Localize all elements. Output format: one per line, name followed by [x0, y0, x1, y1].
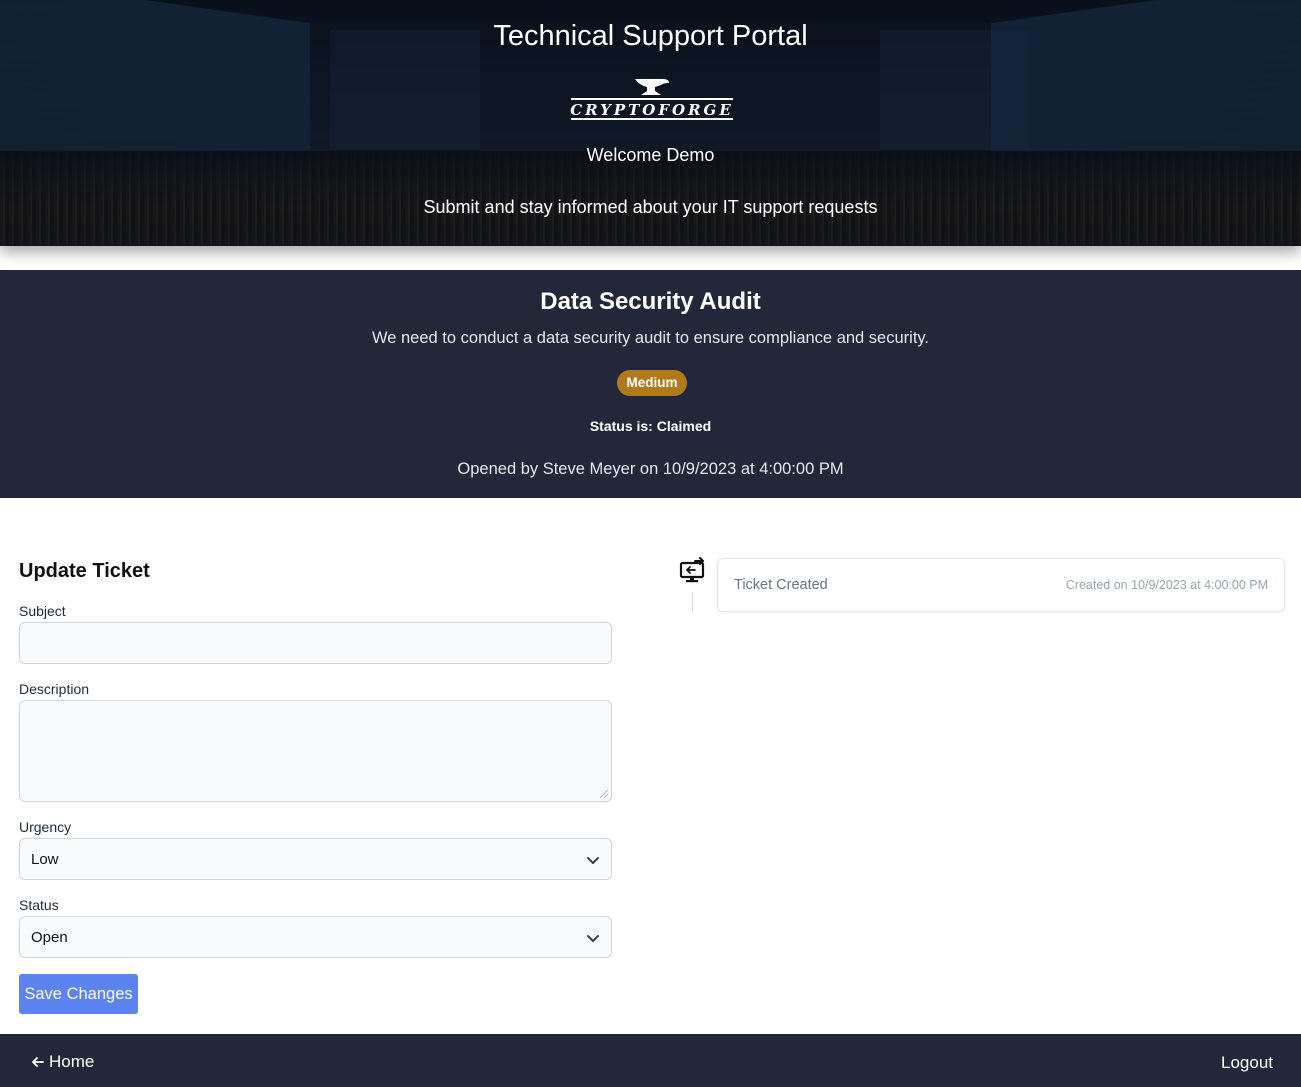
logout-link[interactable]: Logout: [1221, 1053, 1273, 1073]
logo-wordmark: CRYPTOFORGE: [570, 101, 734, 119]
urgency-select[interactable]: Low: [19, 838, 612, 880]
status-select-value: Open: [31, 929, 68, 946]
timeline-event-label: Ticket Created: [734, 577, 828, 593]
description-textarea[interactable]: [19, 700, 612, 802]
portal-title: Technical Support Portal: [493, 20, 808, 52]
monitor-sync-icon: [679, 557, 705, 583]
description-label: Description: [19, 681, 90, 697]
urgency-badge: Medium: [617, 370, 687, 396]
chevron-down-icon: [587, 935, 599, 942]
arrow-left-icon: [32, 1057, 44, 1067]
update-ticket-heading: Update Ticket: [19, 560, 150, 582]
subject-input[interactable]: [19, 622, 612, 664]
urgency-label: Urgency: [19, 819, 72, 835]
home-link[interactable]: Home: [31, 1052, 94, 1072]
urgency-select-value: Low: [31, 851, 59, 868]
portal-tagline: Submit and stay informed about your IT s…: [423, 197, 878, 217]
ticket-status: Status is: Claimed: [589, 418, 712, 434]
ticket-opened-info: Opened by Steve Meyer on 10/9/2023 at 4:…: [457, 460, 844, 478]
status-select[interactable]: Open: [19, 916, 612, 958]
status-label: Status: [19, 897, 59, 913]
subject-label: Subject: [19, 603, 66, 619]
home-link-label: Home: [49, 1052, 95, 1071]
resize-handle-icon[interactable]: [600, 790, 608, 798]
anvil-icon: [635, 79, 669, 95]
chevron-down-icon: [587, 857, 599, 864]
ticket-description: We need to conduct a data security audit…: [371, 329, 930, 347]
timeline-event: Ticket Created Created on 10/9/2023 at 4…: [717, 558, 1285, 612]
ticket-subject: Data Security Audit: [540, 288, 761, 315]
timeline-event-date: Created on 10/9/2023 at 4:00:00 PM: [1065, 578, 1268, 592]
save-changes-button[interactable]: Save Changes: [19, 974, 138, 1014]
hero-banner: Technical Support Portal CRYPTOFORGE Wel…: [0, 0, 1301, 246]
welcome-message: Welcome Demo: [586, 145, 715, 165]
cryptoforge-logo: CRYPTOFORGE: [569, 77, 735, 121]
timeline-connector: [692, 592, 693, 612]
ticket-summary: Data Security Audit We need to conduct a…: [0, 270, 1301, 498]
footer-bar: Home Logout: [0, 1034, 1301, 1087]
